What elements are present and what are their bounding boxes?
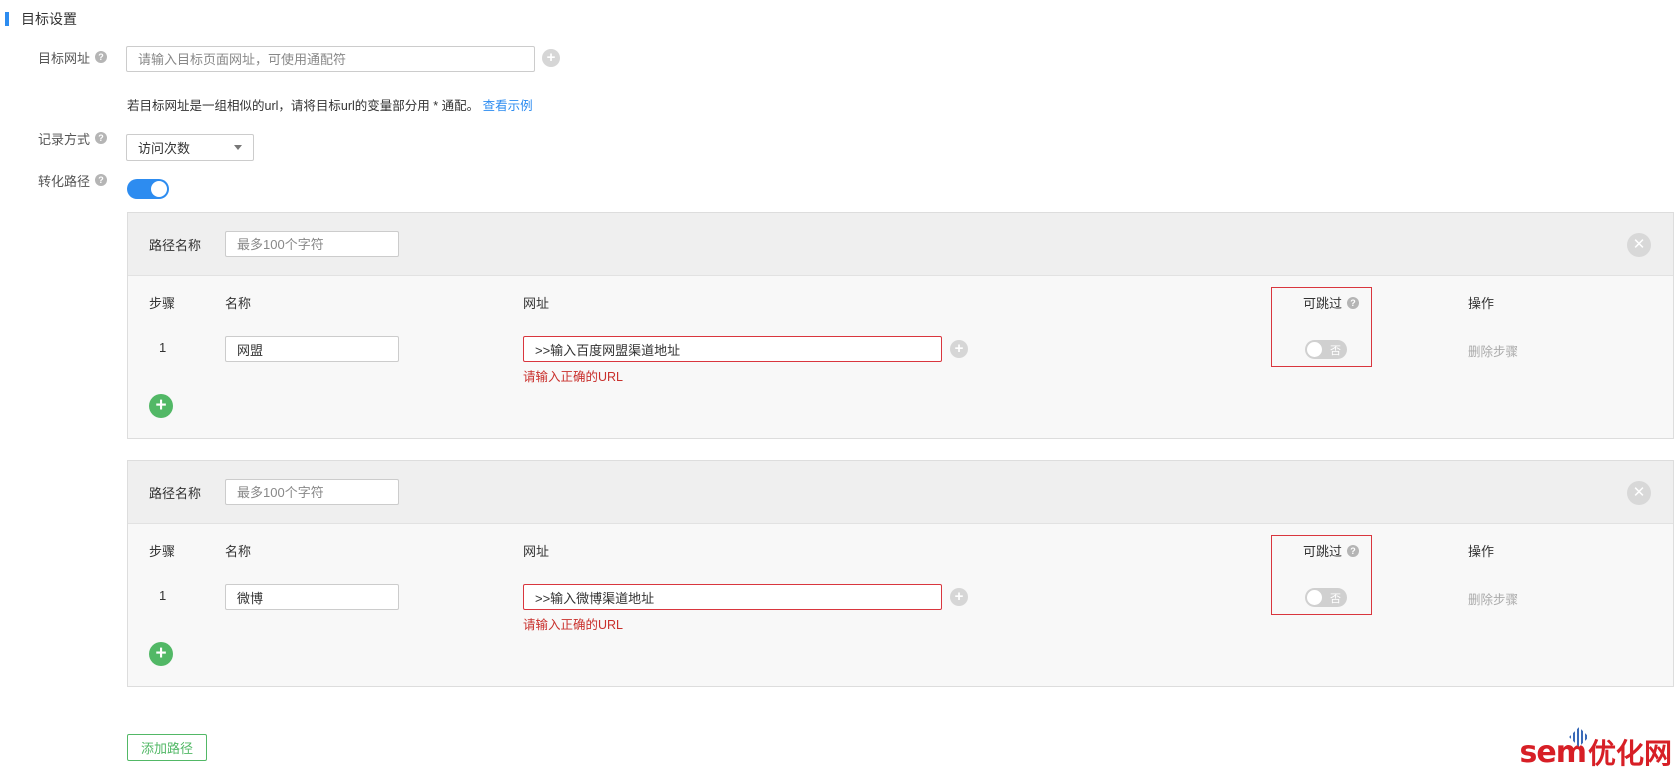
watermark-suffix: 优化网 [1587, 738, 1672, 769]
path-header: 路径名称 ✕ [128, 461, 1673, 524]
highlight-frame [1271, 535, 1372, 615]
col-action: 操作 [1468, 544, 1495, 559]
step-name-input[interactable] [225, 584, 399, 610]
col-action: 操作 [1468, 296, 1495, 311]
add-path-button[interactable]: 添加路径 [127, 734, 207, 761]
step-url-input[interactable] [523, 336, 942, 362]
view-example-link[interactable]: 查看示例 [483, 99, 533, 113]
conversion-path-label: 转化路径 [38, 173, 91, 189]
add-step-icon[interactable]: + [149, 394, 173, 418]
record-method-label-group: 记录方式 ? [38, 128, 108, 148]
path-name-label: 路径名称 [149, 238, 202, 253]
col-url: 网址 [523, 296, 550, 311]
url-error-message: 请输入正确的URL [523, 370, 624, 384]
add-step-icon[interactable]: + [149, 642, 173, 666]
step-index: 1 [159, 340, 167, 355]
close-icon[interactable]: ✕ [1627, 481, 1651, 505]
section-header: 目标设置 [5, 10, 77, 28]
highlight-frame [1271, 287, 1372, 367]
step-index: 1 [159, 588, 167, 603]
path-name-input[interactable] [225, 479, 399, 505]
delete-step-link[interactable]: 删除步骤 [1468, 341, 1518, 360]
conversion-path-toggle[interactable] [127, 179, 169, 199]
help-icon[interactable]: ? [95, 174, 108, 186]
url-error-message: 请输入正确的URL [523, 618, 624, 632]
conversion-path-label-group: 转化路径 ? [38, 170, 108, 190]
path-name-label: 路径名称 [149, 486, 202, 501]
step-url-input[interactable] [523, 584, 942, 610]
path-card: 路径名称 ✕ 步骤 名称 网址 可跳过 ? 操作 1 + 请输入正确的URL 否… [127, 460, 1674, 687]
step-name-input[interactable] [225, 336, 399, 362]
path-card: 路径名称 ✕ 步骤 名称 网址 可跳过 ? 操作 1 + 请输入正确的URL 否… [127, 212, 1674, 439]
target-url-input[interactable] [126, 46, 535, 72]
col-step: 步骤 [149, 296, 176, 311]
record-method-select[interactable]: 访问次数 [126, 134, 254, 161]
col-name: 名称 [225, 296, 252, 311]
plus-icon[interactable]: + [950, 340, 968, 358]
plus-icon[interactable]: + [950, 588, 968, 606]
close-icon[interactable]: ✕ [1627, 233, 1651, 257]
section-accent-bar [5, 12, 9, 26]
target-url-hint: 若目标网址是一组相似的url，请将目标url的变量部分用 * 通配。 查看示例 [127, 95, 533, 114]
col-name: 名称 [225, 544, 252, 559]
path-name-input[interactable] [225, 231, 399, 257]
chevron-down-icon [234, 145, 242, 150]
record-method-value: 访问次数 [138, 141, 191, 156]
target-url-hint-text: 若目标网址是一组相似的url，请将目标url的变量部分用 * 通配。 [127, 99, 480, 113]
record-method-label: 记录方式 [38, 131, 91, 147]
path-header: 路径名称 ✕ [128, 213, 1673, 276]
watermark-logo: sem 优化网 [1520, 727, 1672, 772]
target-url-label-group: 目标网址 ? [38, 47, 108, 67]
target-url-label: 目标网址 [38, 50, 91, 66]
help-icon[interactable]: ? [95, 51, 108, 63]
section-title: 目标设置 [21, 11, 77, 27]
plus-icon[interactable]: + [542, 49, 560, 67]
col-step: 步骤 [149, 544, 176, 559]
delete-step-link[interactable]: 删除步骤 [1468, 589, 1518, 608]
toggle-knob [151, 181, 167, 197]
col-url: 网址 [523, 544, 550, 559]
help-icon[interactable]: ? [95, 132, 108, 144]
